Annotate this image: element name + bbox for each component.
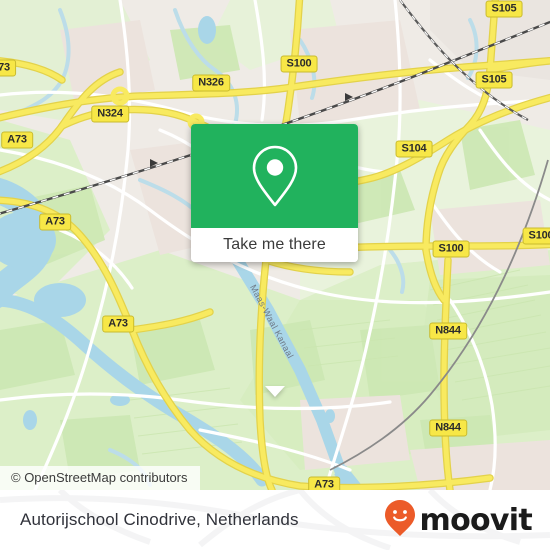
road-shield: N326 [192,74,230,92]
popup-pointer-tail [264,386,285,397]
road-shield: S100 [522,227,550,245]
road-shield: A73 [102,315,134,333]
road-shield: N844 [429,322,467,340]
popup-body[interactable]: Take me there [191,124,358,262]
take-me-there-button[interactable]: Take me there [191,228,358,262]
place-title: Autorijschool Cinodrive, Netherlands [20,510,299,529]
osm-attribution: © OpenStreetMap contributors [0,466,200,490]
road-shield: S104 [395,140,433,158]
road-shield: S100 [432,240,470,258]
moovit-wordmark: moovit [419,502,533,538]
road-shield: A73 [39,213,71,231]
road-shield: S100 [280,55,318,73]
road-shield: N844 [429,419,467,437]
road-shield: N324 [91,105,129,123]
road-shield: A73 [308,476,340,490]
road-shield: S105 [475,71,513,89]
map-page: Maas-Waal Kanaal 73 N324 N326 A73 A73 A73 A73 S… [0,0,550,550]
footer-bar: Autorijschool Cinodrive, Netherlands moo… [0,490,550,550]
road-shield: 73 [0,59,16,77]
moovit-logo[interactable]: moovit [384,490,533,550]
road-shield: S105 [485,0,523,18]
road-shield: A73 [1,131,33,149]
location-pin-icon [248,143,302,209]
popup-icon-area [191,124,358,228]
place-popup[interactable]: Take me there [191,124,358,397]
moovit-smiley-pin-icon [384,499,415,541]
